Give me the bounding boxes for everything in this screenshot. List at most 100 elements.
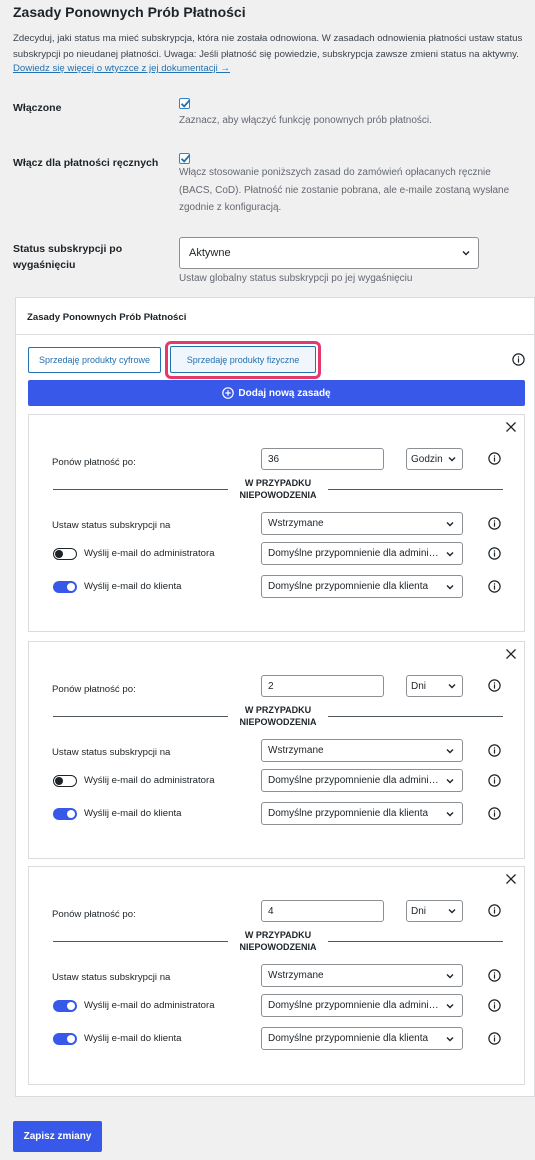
chevron-down-icon [446,1036,454,1041]
chevron-down-icon [446,748,454,753]
on-failure-heading: W PRZYPADKU NIEPOWODZENIA [239,705,317,727]
status-select[interactable]: Wstrzymane [261,512,463,535]
toggle-knob [67,1035,75,1043]
client-template-select[interactable]: Domyślne przypomnienie dla klienta [261,802,463,825]
set-status-label: Ustaw status subskrypcji na [52,747,171,758]
set-status-label: Ustaw status subskrypcji na [52,520,171,531]
info-icon[interactable] [488,452,501,465]
admin-template-select[interactable]: Domyślne przypomnienie dla administrator… [261,769,463,792]
divider-right [328,941,503,942]
client-template-select[interactable]: Domyślne przypomnienie dla klienta [261,1027,463,1050]
email-client-label: Wyślij e-mail do klienta [84,808,182,819]
toggle-knob [67,1002,75,1010]
documentation-link[interactable]: Dowiedz się więcej o wtyczce z jej dokum… [13,63,230,74]
info-icon[interactable] [488,517,501,530]
close-icon[interactable] [505,421,517,433]
info-icon[interactable] [488,1032,501,1045]
email-admin-label: Wyślij e-mail do administratora [84,1000,215,1011]
client-template-value: Domyślne przypomnienie dla klienta [268,581,429,592]
divider-right [328,716,503,717]
manual-payments-label: Włącz dla płatności ręcznych [13,157,159,169]
info-icon[interactable] [488,999,501,1012]
admin-template-value: Domyślne przypomnienie dla administrator… [268,548,443,559]
email-admin-toggle[interactable] [53,1000,77,1012]
retry-unit-select[interactable]: Godzin [406,448,463,470]
manual-payments-help: Włącz stosowanie poniższych zasad do zam… [179,167,510,213]
email-admin-toggle[interactable] [53,775,77,787]
save-button[interactable]: Zapisz zmiany [13,1121,102,1152]
email-client-toggle[interactable] [53,1033,77,1045]
status-value: Wstrzymane [268,970,324,981]
page-title: Zasady Ponownych Prób Płatności [13,4,246,20]
chevron-down-icon [446,973,454,978]
admin-template-value: Domyślne przypomnienie dla administrator… [268,1000,443,1011]
info-icon[interactable] [488,547,501,560]
info-icon[interactable] [488,679,501,692]
email-client-toggle[interactable] [53,581,77,593]
status-value: Wstrzymane [268,745,324,756]
chevron-down-icon [448,684,456,689]
chevron-down-icon [462,251,470,256]
expiry-status-select[interactable]: Aktywne [179,237,479,269]
retry-rules-panel: Zasady Ponownych Prób Płatności Sprzedaj… [15,297,535,1097]
info-icon[interactable] [488,774,501,787]
info-icon[interactable] [488,580,501,593]
expiry-status-value: Aktywne [189,247,231,259]
chevron-down-icon [448,457,456,462]
tab-digital-products[interactable]: Sprzedaję produkty cyfrowe [28,347,161,373]
retry-unit-value: Dni [411,680,427,692]
info-icon[interactable] [488,904,501,917]
on-failure-heading: W PRZYPADKU NIEPOWODZENIA [239,478,317,500]
info-icon[interactable] [488,744,501,757]
retry-unit-select[interactable]: Dni [406,900,463,922]
set-status-label: Ustaw status subskrypcji na [52,972,171,983]
retry-value-input[interactable]: 36 [261,448,384,470]
rule-card: Ponów płatność po: 2 Dni W PRZYPADKU NIE… [28,641,525,859]
info-icon[interactable] [488,969,501,982]
email-client-toggle[interactable] [53,808,77,820]
retry-after-label: Ponów płatność po: [52,457,136,468]
manual-payments-checkbox[interactable] [179,153,191,164]
info-icon[interactable] [512,353,525,366]
tab-physical-products[interactable]: Sprzedaję produkty fizyczne [170,346,316,373]
enabled-checkbox[interactable] [179,98,191,109]
retry-unit-value: Dni [411,905,427,917]
toggle-knob [55,777,63,785]
retry-unit-select[interactable]: Dni [406,675,463,697]
page-description: Zdecyduj, jaki status ma mieć subskrypcj… [13,33,523,60]
chevron-down-icon [448,909,456,914]
retry-value-input[interactable]: 2 [261,675,384,697]
email-client-label: Wyślij e-mail do klienta [84,1033,182,1044]
retry-value-input[interactable]: 4 [261,900,384,922]
email-admin-label: Wyślij e-mail do administratora [84,775,215,786]
client-template-select[interactable]: Domyślne przypomnienie dla klienta [261,575,463,598]
status-select[interactable]: Wstrzymane [261,739,463,762]
info-icon[interactable] [488,807,501,820]
check-icon [180,99,191,108]
on-failure-heading: W PRZYPADKU NIEPOWODZENIA [239,930,317,952]
email-client-label: Wyślij e-mail do klienta [84,581,182,592]
chevron-down-icon [446,521,454,526]
status-value: Wstrzymane [268,518,324,529]
rule-card: Ponów płatność po: 4 Dni W PRZYPADKU NIE… [28,866,525,1085]
admin-template-select[interactable]: Domyślne przypomnienie dla administrator… [261,994,463,1017]
close-icon[interactable] [505,873,517,885]
close-icon[interactable] [505,648,517,660]
panel-title: Zasady Ponownych Prób Płatności [16,298,535,335]
status-select[interactable]: Wstrzymane [261,964,463,987]
toggle-knob [67,810,75,818]
retry-after-label: Ponów płatność po: [52,684,136,695]
email-admin-toggle[interactable] [53,548,77,560]
admin-template-select[interactable]: Domyślne przypomnienie dla administrator… [261,542,463,565]
email-admin-label: Wyślij e-mail do administratora [84,548,215,559]
add-rule-button[interactable]: Dodaj nową zasadę [28,380,525,406]
toggle-knob [55,550,63,558]
divider-left [53,489,228,490]
client-template-value: Domyślne przypomnienie dla klienta [268,1033,429,1044]
divider-right [328,489,503,490]
chevron-down-icon [446,811,454,816]
chevron-down-icon [446,551,454,556]
plus-circle-icon [222,387,235,399]
rule-card: Ponów płatność po: 36 Godzin W PRZYPADKU… [28,414,525,632]
retry-after-label: Ponów płatność po: [52,909,136,920]
